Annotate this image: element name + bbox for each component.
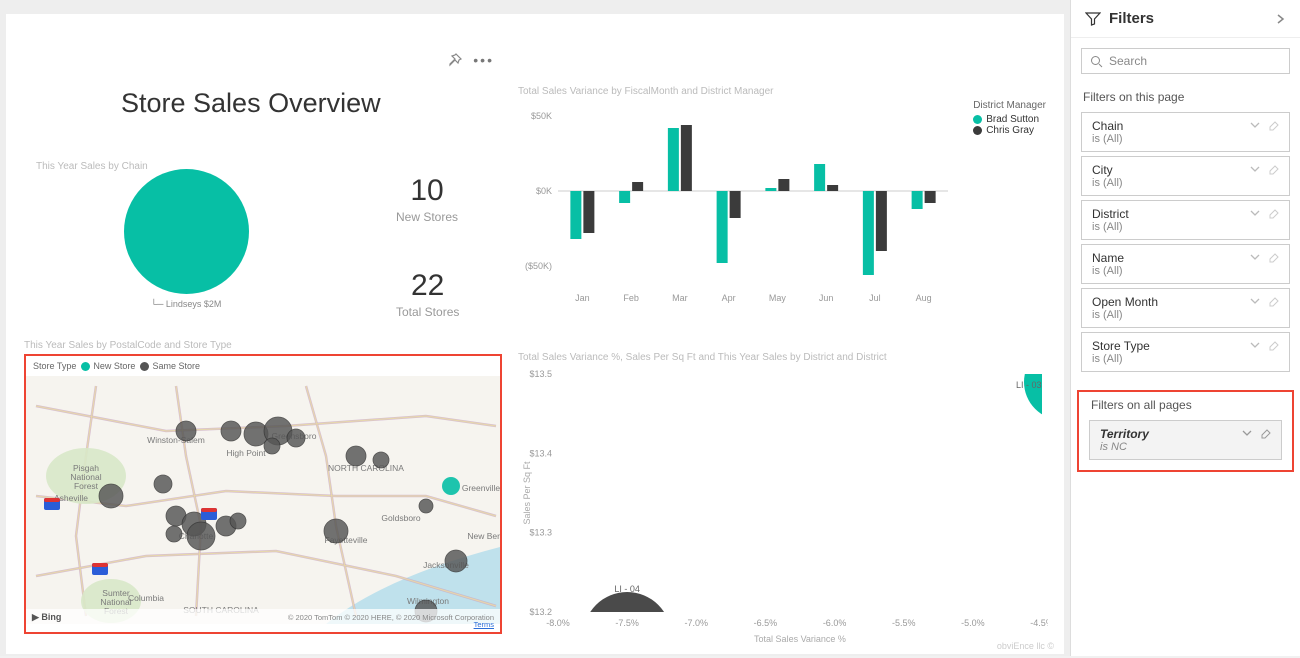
svg-text:May: May xyxy=(769,293,787,303)
filter-card-city[interactable]: Cityis (All) xyxy=(1081,156,1290,196)
svg-text:$13.5: $13.5 xyxy=(529,369,552,379)
kpi-total-stores[interactable]: 22 Total Stores xyxy=(396,269,459,319)
svg-text:$13.4: $13.4 xyxy=(529,448,552,458)
section-page-filters: Filters on this page xyxy=(1071,84,1300,108)
svg-text:New Bern: New Bern xyxy=(467,531,500,541)
kpi-new-stores[interactable]: 10 New Stores xyxy=(396,174,458,224)
filter-card-territory[interactable]: Territory is NC xyxy=(1089,420,1282,460)
svg-text:LI - 04: LI - 04 xyxy=(614,584,640,594)
search-input[interactable]: Search xyxy=(1081,48,1290,74)
expand-icon[interactable] xyxy=(1274,13,1286,25)
svg-text:$50K: $50K xyxy=(531,111,552,121)
map-title: This Year Sales by PostalCode and Store … xyxy=(24,340,232,351)
eraser-icon[interactable] xyxy=(1267,339,1279,351)
svg-text:Jan: Jan xyxy=(575,293,590,303)
filter-icon xyxy=(1085,11,1101,27)
svg-text:$0K: $0K xyxy=(536,186,552,196)
section-all-pages: Filters on all pages xyxy=(1079,392,1292,416)
all-pages-highlight: Filters on all pages Territory is NC xyxy=(1077,390,1294,472)
eraser-icon[interactable] xyxy=(1267,251,1279,263)
svg-text:($50K): ($50K) xyxy=(525,261,552,271)
scatter-visual[interactable]: $13.5 $13.4 $13.3 $13.2-8.0% -7.5% -7.0% -6.5%… xyxy=(518,354,1048,654)
chevron-down-icon[interactable] xyxy=(1249,163,1261,175)
svg-text:Goldsboro: Goldsboro xyxy=(381,513,420,523)
svg-text:Columbia: Columbia xyxy=(128,593,164,603)
filter-card-district[interactable]: Districtis (All) xyxy=(1081,200,1290,240)
svg-text:Greenville: Greenville xyxy=(462,483,500,493)
filters-pane: Filters Search Filters on this page Chai… xyxy=(1070,0,1300,656)
svg-text:Total Sales Variance %: Total Sales Variance % xyxy=(754,634,846,644)
eraser-icon[interactable] xyxy=(1259,427,1271,439)
svg-text:-8.0%: -8.0% xyxy=(546,618,570,628)
page-title: Store Sales Overview xyxy=(121,88,381,119)
chevron-down-icon[interactable] xyxy=(1249,251,1261,263)
svg-text:Jul: Jul xyxy=(869,293,881,303)
svg-text:LI - 03: LI - 03 xyxy=(1016,380,1042,390)
svg-text:-5.0%: -5.0% xyxy=(961,618,985,628)
svg-text:Winston-Salem: Winston-Salem xyxy=(147,435,205,445)
svg-text:-4.5%: -4.5% xyxy=(1030,618,1048,628)
svg-text:▶ Bing: ▶ Bing xyxy=(31,612,61,622)
svg-text:Aug: Aug xyxy=(916,293,932,303)
filter-card-open-month[interactable]: Open Monthis (All) xyxy=(1081,288,1290,328)
svg-text:-5.5%: -5.5% xyxy=(892,618,916,628)
eraser-icon[interactable] xyxy=(1267,119,1279,131)
svg-text:-7.5%: -7.5% xyxy=(615,618,639,628)
svg-text:-7.0%: -7.0% xyxy=(685,618,709,628)
attribution-obvience: obviEnce llc © xyxy=(997,641,1054,651)
svg-text:Apr: Apr xyxy=(722,293,736,303)
svg-text:High Point: High Point xyxy=(226,448,266,458)
filter-card-store-type[interactable]: Store Typeis (All) xyxy=(1081,332,1290,372)
more-icon[interactable]: ••• xyxy=(473,52,494,68)
pin-icon[interactable] xyxy=(447,52,463,68)
filters-header: Filters xyxy=(1071,0,1300,38)
svg-text:Forest: Forest xyxy=(74,481,99,491)
svg-text:$13.3: $13.3 xyxy=(529,528,552,538)
pie-slice xyxy=(124,169,249,294)
svg-text:Feb: Feb xyxy=(623,293,639,303)
bar-chart-visual[interactable]: $50K $0K ($50K) Jan Feb Mar Apr May Jun Jul Aug xyxy=(518,86,1048,326)
filter-card-name[interactable]: Nameis (All) xyxy=(1081,244,1290,284)
chevron-down-icon[interactable] xyxy=(1249,295,1261,307)
map-visual[interactable]: Store Type New Store Same Store Winston-… xyxy=(24,354,502,634)
search-icon xyxy=(1090,55,1103,68)
pie-visual[interactable]: └─ Lindseys $2M xyxy=(36,169,336,329)
report-canvas: ••• Store Sales Overview This Year Sales… xyxy=(6,14,1064,654)
svg-text:Jun: Jun xyxy=(819,293,834,303)
chevron-down-icon[interactable] xyxy=(1249,207,1261,219)
filter-card-chain[interactable]: Chainis (All) xyxy=(1081,112,1290,152)
eraser-icon[interactable] xyxy=(1267,295,1279,307)
svg-text:Sales Per Sq Ft: Sales Per Sq Ft xyxy=(522,461,532,525)
eraser-icon[interactable] xyxy=(1267,207,1279,219)
map-terms-link[interactable]: Terms xyxy=(474,620,494,629)
chevron-down-icon[interactable] xyxy=(1249,119,1261,131)
svg-text:$13.2: $13.2 xyxy=(529,607,552,617)
svg-text:© 2020 TomTom © 2020 HERE, © 2: © 2020 TomTom © 2020 HERE, © 2020 Micros… xyxy=(288,613,494,622)
svg-text:NORTH CAROLINA: NORTH CAROLINA xyxy=(328,463,404,473)
pie-legend: └─ Lindseys $2M xyxy=(36,299,336,309)
svg-text:-6.0%: -6.0% xyxy=(823,618,847,628)
chevron-down-icon[interactable] xyxy=(1241,427,1253,439)
eraser-icon[interactable] xyxy=(1267,163,1279,175)
svg-text:-6.5%: -6.5% xyxy=(754,618,778,628)
chevron-down-icon[interactable] xyxy=(1249,339,1261,351)
map-legend: Store Type New Store Same Store xyxy=(26,356,500,376)
svg-text:Mar: Mar xyxy=(672,293,688,303)
